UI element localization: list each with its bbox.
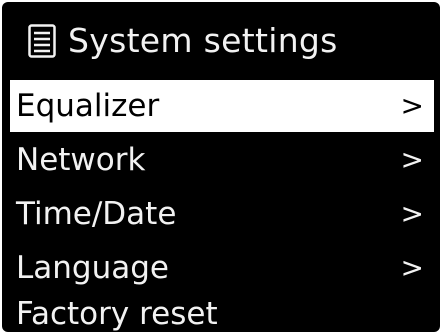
menu-item-equalizer[interactable]: Equalizer >: [10, 80, 434, 132]
menu-item-time-date[interactable]: Time/Date >: [10, 188, 434, 240]
header: System settings: [2, 14, 440, 74]
list-icon: [28, 24, 56, 58]
page-title: System settings: [68, 21, 338, 60]
menu-item-factory-reset[interactable]: Factory reset: [10, 288, 434, 332]
chevron-right-icon: >: [400, 251, 424, 284]
menu-item-label: Factory reset: [16, 296, 218, 332]
chevron-right-icon: >: [400, 143, 424, 176]
menu-item-label: Time/Date: [16, 196, 177, 232]
menu-item-label: Equalizer: [16, 88, 160, 124]
chevron-right-icon: >: [400, 197, 424, 230]
menu-item-label: Language: [16, 250, 169, 286]
menu-item-network[interactable]: Network >: [10, 134, 434, 186]
menu-item-language[interactable]: Language >: [10, 242, 434, 294]
display-screen: System settings Equalizer > Network > Ti…: [2, 2, 440, 332]
menu-item-label: Network: [16, 142, 146, 178]
chevron-right-icon: >: [400, 89, 424, 122]
